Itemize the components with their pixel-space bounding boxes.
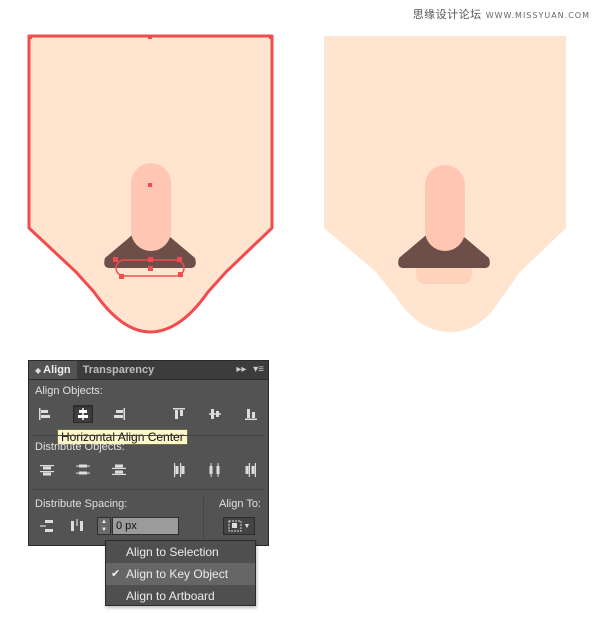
align-to-label: Align To: [219,498,261,510]
horizontal-distribute-right-icon [245,463,256,477]
spacing-value-input[interactable]: 0 px [112,517,179,535]
horizontal-distribute-space-button[interactable] [67,517,87,535]
horizontal-distribute-center-button[interactable] [205,461,225,479]
align-objects-label: Align Objects: [35,385,103,397]
chevron-down-icon: ▼ [243,522,251,530]
horizontal-distribute-space-icon [71,519,83,531]
vertical-align-bottom-button[interactable] [241,405,261,423]
align-to-menu: Align to Selection ✔ Align to Key Object… [105,540,256,606]
vertical-align-bottom-icon [245,409,257,420]
collapse-panel-icon[interactable]: ▸▸ [236,364,246,375]
nose-selected[interactable] [131,163,171,251]
artboard-canvas[interactable] [0,0,600,360]
panel-tab-bar: ◆ Align Transparency ▸▸ ▾≡ [29,361,268,380]
horizontal-align-right-icon [114,408,125,420]
menu-item-label: Align to Selection [126,545,219,559]
menu-item-align-to-artboard[interactable]: Align to Artboard [106,585,255,607]
collapse-arrows-icon: ◆ [35,366,42,375]
horizontal-align-center-icon [78,408,88,420]
horizontal-align-center-button[interactable] [73,405,93,423]
tab-transparency[interactable]: Transparency [77,361,161,379]
horizontal-distribute-center-icon [209,463,220,477]
align-to-key-object-icon [228,520,242,532]
align-panel: ◆ Align Transparency ▸▸ ▾≡ Align Objects:… [28,360,269,546]
vertical-align-top-icon [173,408,185,419]
tab-align[interactable]: ◆ Align [29,361,77,379]
section-divider [33,489,264,490]
vertical-distribute-center-icon [76,464,90,475]
section-divider [33,435,264,436]
vertical-distribute-bottom-icon [112,464,126,475]
panel-menu-icon[interactable]: ▾≡ [253,364,264,375]
stepper-up-icon[interactable]: ▲ [98,518,110,526]
nose-preview [425,165,465,251]
checkmark-icon: ✔ [111,568,121,580]
horizontal-distribute-right-button[interactable] [241,461,261,479]
stepper-down-icon[interactable]: ▼ [98,526,110,534]
menu-item-label: Align to Key Object [126,567,229,581]
distribute-objects-label: Distribute Objects: [35,441,125,453]
panel-controls: ▸▸ ▾≡ [236,361,264,379]
menu-item-align-to-selection[interactable]: Align to Selection [106,541,255,563]
menu-item-label: Align to Artboard [126,589,215,603]
vertical-separator [203,497,204,539]
tab-align-label: Align [43,364,71,376]
tab-transparency-label: Transparency [82,364,155,376]
vertical-align-top-button[interactable] [169,405,189,423]
vertical-distribute-bottom-button[interactable] [109,461,129,479]
vertical-distribute-space-button[interactable] [37,517,57,535]
vertical-distribute-center-button[interactable] [73,461,93,479]
horizontal-distribute-left-icon [174,463,185,477]
horizontal-align-left-icon [39,408,50,420]
horizontal-align-right-button[interactable] [109,405,129,423]
vertical-distribute-top-icon [40,465,54,476]
vertical-distribute-top-button[interactable] [37,461,57,479]
horizontal-distribute-left-button[interactable] [169,461,189,479]
distribute-spacing-label: Distribute Spacing: [35,498,128,510]
menu-item-align-to-key-object[interactable]: ✔ Align to Key Object [106,563,255,585]
horizontal-align-left-button[interactable] [35,405,55,423]
spacing-stepper[interactable]: ▲ ▼ [97,517,111,535]
vertical-align-center-icon [209,409,221,419]
vertical-align-center-button[interactable] [205,405,225,423]
align-to-dropdown-button[interactable]: ▼ [223,517,255,535]
vertical-distribute-space-icon [40,520,53,532]
